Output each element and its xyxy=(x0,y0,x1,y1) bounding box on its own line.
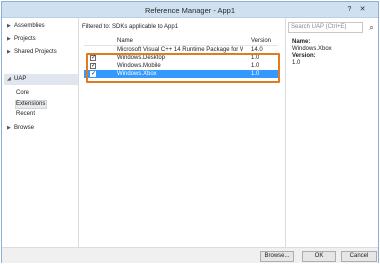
detail-name-value: Windows.Xbox xyxy=(292,46,332,52)
column-header-name[interactable]: Name xyxy=(117,38,133,44)
nav-item-uap[interactable]: ◢ UAP xyxy=(7,75,26,84)
column-header-version[interactable]: Version xyxy=(251,38,271,44)
search-placeholder: Search UAP (Ctrl+E) xyxy=(291,24,347,30)
nav-item-label: Shared Projects xyxy=(14,49,57,55)
browse-button[interactable]: Browse... xyxy=(260,251,294,262)
nav-sub-item-extensions[interactable]: Extensions xyxy=(16,100,45,109)
reference-manager-window: Reference Manager - App1 ? ✕ ▶ Assemblies… xyxy=(1,1,379,263)
annotation-highlight-box xyxy=(86,53,280,83)
help-button[interactable]: ? xyxy=(344,5,355,14)
window-title: Reference Manager - App1 xyxy=(144,6,236,15)
expand-arrow-icon: ▶ xyxy=(7,49,11,55)
nav-item-browse[interactable]: ▶ Browse xyxy=(7,124,34,133)
detail-version-value: 1.0 xyxy=(292,60,301,66)
nav-item-projects[interactable]: ▶ Projects xyxy=(7,35,36,44)
detail-name-label: Name: xyxy=(292,39,311,45)
nav-sub-item-recent[interactable]: Recent xyxy=(16,110,35,119)
cancel-button[interactable]: Cancel xyxy=(341,251,377,262)
detail-version-label: Version: xyxy=(292,53,316,59)
search-icon[interactable]: ⌕ xyxy=(366,22,377,33)
nav-item-shared-projects[interactable]: ▶ Shared Projects xyxy=(7,48,57,57)
nav-item-label: Browse xyxy=(14,125,35,131)
expand-arrow-icon: ▶ xyxy=(7,36,11,42)
ok-button[interactable]: OK xyxy=(302,251,336,262)
filter-status: Filtered to: SDKs applicable to App1 xyxy=(82,24,179,30)
expand-arrow-icon: ▶ xyxy=(7,23,11,29)
category-pane: ▶ Assemblies ▶ Projects ▶ Shared Projects ◢… xyxy=(2,18,79,247)
nav-item-label: Assemblies xyxy=(14,23,45,29)
title-bar: Reference Manager - App1 ? ✕ xyxy=(2,2,378,18)
nav-item-assemblies[interactable]: ▶ Assemblies xyxy=(7,22,45,31)
nav-item-label: UAP xyxy=(14,76,27,82)
expand-arrow-icon: ▶ xyxy=(7,125,11,131)
collapse-arrow-icon: ◢ xyxy=(7,76,11,82)
nav-sub-item-core[interactable]: Core xyxy=(16,89,29,98)
close-button[interactable]: ✕ xyxy=(357,5,368,14)
nav-item-label: Projects xyxy=(14,36,36,42)
table-header: Name Version xyxy=(84,37,278,46)
